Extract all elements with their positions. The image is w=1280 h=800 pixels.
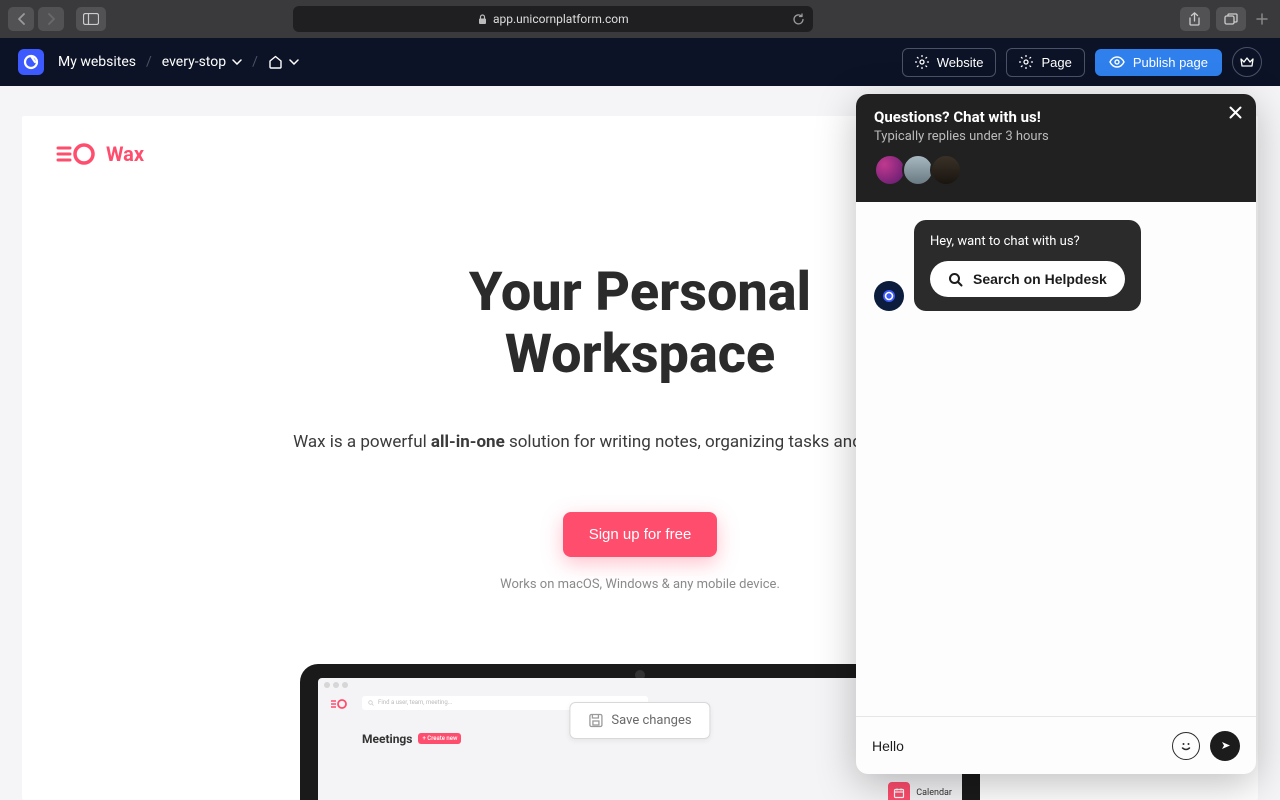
- bot-avatar: [874, 281, 904, 311]
- chevron-down-icon: [289, 59, 299, 65]
- breadcrumb-separator: /: [146, 54, 152, 70]
- send-button[interactable]: [1210, 731, 1240, 761]
- emoji-button[interactable]: [1172, 732, 1200, 760]
- send-icon: [1219, 739, 1232, 752]
- crown-icon: [1240, 56, 1254, 68]
- search-icon: [948, 272, 963, 287]
- sidebar-icon: [83, 13, 99, 25]
- breadcrumb-label: My websites: [58, 54, 136, 70]
- nav-buttons: [8, 7, 64, 31]
- app-header-right: Website Page Publish page: [902, 47, 1262, 77]
- url-bar[interactable]: app.unicornplatform.com: [293, 6, 813, 32]
- chevron-left-icon: [17, 13, 26, 25]
- button-label: Website: [937, 55, 984, 70]
- breadcrumb-site[interactable]: every-stop: [162, 54, 242, 70]
- page-button[interactable]: Page: [1006, 48, 1084, 77]
- chevron-down-icon: [232, 59, 242, 65]
- button-label: Save changes: [611, 713, 691, 728]
- window-dot: [324, 682, 330, 688]
- window-dot: [333, 682, 339, 688]
- button-label: Sign up for free: [589, 526, 692, 543]
- chat-footer: [856, 716, 1256, 774]
- button-label: Page: [1041, 55, 1071, 70]
- save-changes-button[interactable]: Save changes: [569, 702, 710, 739]
- tabs-button[interactable]: [1216, 7, 1246, 31]
- sidebar-toggle-button[interactable]: [76, 7, 106, 31]
- chat-body: Hey, want to chat with us? Search on Hel…: [856, 202, 1256, 716]
- mock-sidebar: [324, 692, 354, 792]
- window-dot: [342, 682, 348, 688]
- search-icon: [368, 700, 374, 706]
- chat-greeting: Hey, want to chat with us?: [930, 234, 1125, 249]
- wax-logo[interactable]: Wax: [56, 142, 144, 166]
- chat-header: Questions? Chat with us! Typically repli…: [856, 94, 1256, 202]
- tabs-icon: [1224, 13, 1238, 26]
- chat-close-button[interactable]: [1229, 106, 1242, 119]
- url-text: app.unicornplatform.com: [493, 12, 629, 26]
- chat-title: Questions? Chat with us!: [874, 108, 1238, 126]
- calendar-svg-icon: [893, 787, 905, 799]
- back-button[interactable]: [8, 7, 34, 31]
- website-button[interactable]: Website: [902, 48, 997, 77]
- chevron-right-icon: [47, 13, 56, 25]
- button-label: Publish page: [1133, 55, 1208, 70]
- calendar-icon: [888, 782, 910, 800]
- close-icon: [1229, 106, 1242, 119]
- share-button[interactable]: [1180, 7, 1210, 31]
- lock-icon: [478, 14, 487, 25]
- helpdesk-search-button[interactable]: Search on Helpdesk: [930, 261, 1125, 297]
- breadcrumb-separator: /: [252, 54, 258, 70]
- gear-icon: [1019, 55, 1033, 69]
- chrome-right: [1180, 7, 1272, 31]
- new-tab-button[interactable]: [1252, 9, 1272, 29]
- chat-input[interactable]: [872, 738, 1162, 754]
- hero-line1: Your Personal: [469, 261, 811, 324]
- breadcrumbs: My websites / every-stop /: [58, 54, 299, 70]
- breadcrumb-home[interactable]: [268, 55, 299, 69]
- chat-avatars: [874, 154, 1238, 186]
- breadcrumb-my-websites[interactable]: My websites: [58, 54, 136, 70]
- app-logo[interactable]: [18, 49, 44, 75]
- agent-avatar: [930, 154, 962, 186]
- publish-button[interactable]: Publish page: [1095, 49, 1222, 76]
- reload-icon: [792, 13, 805, 26]
- upgrade-button[interactable]: [1232, 47, 1262, 77]
- wax-logo-icon: [56, 142, 96, 166]
- chat-subtitle: Typically replies under 3 hours: [874, 129, 1238, 144]
- app-header: My websites / every-stop / Website Page …: [0, 38, 1280, 86]
- chat-bubble: Hey, want to chat with us? Search on Hel…: [914, 220, 1141, 311]
- mock-calendar: Calendar: [888, 782, 952, 800]
- mock-meetings-label: Meetings: [362, 732, 412, 746]
- bot-logo-icon: [881, 288, 897, 304]
- reload-button[interactable]: [792, 13, 805, 26]
- breadcrumb-label: every-stop: [162, 54, 226, 70]
- mock-search-placeholder: Find a user, team, meeting...: [378, 699, 452, 706]
- hero-sub-pre: Wax is a powerful: [293, 432, 431, 452]
- unicorn-logo-icon: [23, 54, 39, 70]
- home-icon: [268, 55, 283, 69]
- hero-line2: Workspace: [505, 323, 775, 386]
- hero-sub-bold: all-in-one: [431, 432, 505, 452]
- wax-mini-icon: [330, 698, 348, 710]
- button-label: Search on Helpdesk: [973, 271, 1107, 287]
- forward-button[interactable]: [38, 7, 64, 31]
- mock-calendar-label: Calendar: [916, 788, 952, 798]
- smile-icon: [1178, 738, 1194, 754]
- mock-create-badge: + Create new: [418, 733, 461, 744]
- browser-chrome: app.unicornplatform.com: [0, 0, 1280, 38]
- gear-icon: [915, 55, 929, 69]
- plus-icon: [1256, 13, 1268, 25]
- eye-icon: [1109, 56, 1125, 68]
- wax-logo-text: Wax: [106, 142, 144, 166]
- share-icon: [1188, 12, 1201, 26]
- chat-widget: Questions? Chat with us! Typically repli…: [856, 94, 1256, 774]
- chat-message: Hey, want to chat with us? Search on Hel…: [874, 220, 1238, 311]
- signup-button[interactable]: Sign up for free: [563, 512, 718, 557]
- save-icon: [588, 713, 603, 728]
